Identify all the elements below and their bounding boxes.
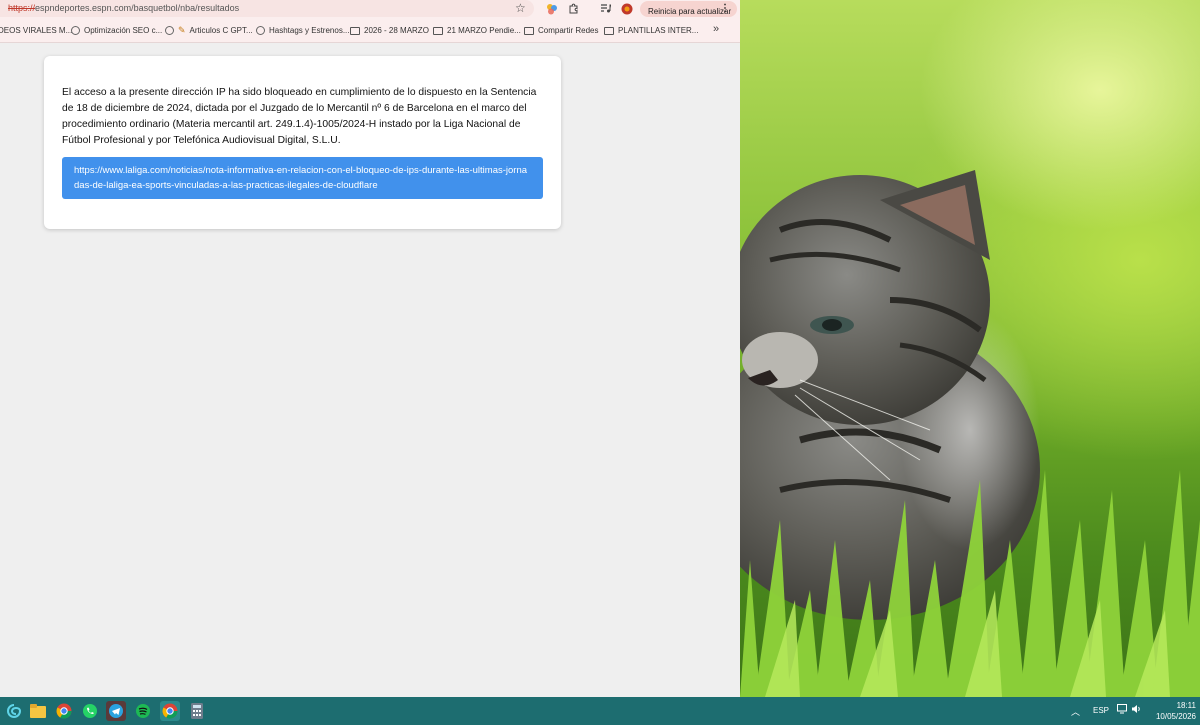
bookmark-label: Compartir Redes bbox=[538, 26, 599, 35]
media-queue-icon[interactable] bbox=[599, 2, 612, 15]
language-indicator[interactable]: ESP bbox=[1093, 706, 1109, 715]
bookmark-folder[interactable]: Compartir Redes bbox=[524, 24, 598, 37]
globe-icon bbox=[256, 26, 265, 35]
file-explorer-icon[interactable] bbox=[28, 701, 48, 721]
bookmark-label: 21 MARZO Pendie... bbox=[447, 26, 521, 35]
more-menu-icon[interactable]: ⋮ bbox=[720, 3, 730, 14]
calculator-icon[interactable] bbox=[187, 701, 207, 721]
system-clock[interactable]: 18:11 10/05/2026 bbox=[1148, 700, 1196, 722]
bookmark-label: Optimización SEO c... bbox=[84, 26, 163, 35]
bookmark-label: DEOS VIRALES M... bbox=[0, 26, 73, 35]
block-notice-text: El acceso a la presente dirección IP ha … bbox=[62, 87, 537, 146]
clock-date: 10/05/2026 bbox=[1155, 712, 1196, 721]
bookmark-item[interactable]: ✎ Articulos C GPT... bbox=[165, 24, 253, 37]
folder-icon bbox=[524, 26, 534, 35]
folder-icon bbox=[433, 26, 443, 35]
bookmark-label: Hashtags y Estrenos... bbox=[269, 26, 350, 35]
bookmark-folder[interactable]: 21 MARZO Pendie... bbox=[433, 24, 521, 37]
bookmark-item[interactable]: DEOS VIRALES M... bbox=[0, 24, 72, 37]
network-icon[interactable] bbox=[1117, 704, 1129, 716]
bookmark-item[interactable]: Optimización SEO c... bbox=[71, 24, 162, 37]
telegram-icon[interactable] bbox=[106, 701, 126, 721]
url-scheme: https:// bbox=[8, 3, 36, 13]
globe-icon bbox=[71, 26, 80, 35]
bookmark-label: 2026 - 28 MARZO bbox=[364, 26, 429, 35]
volume-icon[interactable] bbox=[1131, 704, 1141, 716]
bookmark-star-icon[interactable]: ☆ bbox=[515, 1, 526, 15]
browser-toolbar: https://espndeportes.espn.com/basquetbol… bbox=[0, 0, 740, 18]
globe-icon bbox=[165, 26, 174, 35]
chevron-up-icon[interactable]: ︿ bbox=[1071, 705, 1080, 718]
clock-time: 18:11 bbox=[1176, 701, 1196, 710]
folder-icon bbox=[350, 26, 360, 35]
laliga-link-box[interactable]: https://www.laliga.com/noticias/nota-inf… bbox=[62, 157, 543, 199]
whatsapp-icon[interactable] bbox=[80, 701, 100, 721]
block-notice-card: El acceso a la presente dirección IP ha … bbox=[44, 56, 561, 229]
chrome-profile-icon[interactable] bbox=[160, 701, 180, 721]
pencil-icon: ✎ bbox=[178, 25, 186, 35]
chrome-icon[interactable] bbox=[54, 701, 74, 721]
chevron-right-icon[interactable]: » bbox=[713, 23, 719, 35]
extensions-puzzle-icon[interactable] bbox=[567, 2, 580, 15]
bookmark-label: PLANTILLAS INTER... bbox=[618, 26, 699, 35]
browser-window: https://espndeportes.espn.com/basquetbol… bbox=[0, 0, 740, 697]
kitten-photo bbox=[740, 170, 1200, 697]
edge-icon[interactable] bbox=[4, 701, 24, 721]
desktop-wallpaper bbox=[740, 0, 1200, 697]
taskbar: ︿ ESP 18:11 10/05/2026 bbox=[0, 697, 1200, 725]
restart-to-update-button[interactable]: Reinicia para actualizar ⋮ bbox=[640, 1, 737, 17]
bookmark-label: Articulos C GPT... bbox=[189, 26, 253, 35]
url-text[interactable]: https://espndeportes.espn.com/basquetbol… bbox=[8, 3, 239, 13]
laliga-link[interactable]: https://www.laliga.com/noticias/nota-inf… bbox=[74, 163, 531, 193]
address-bar[interactable]: https://espndeportes.espn.com/basquetbol… bbox=[0, 0, 534, 17]
extension-color-icon[interactable] bbox=[545, 2, 558, 15]
folder-icon bbox=[604, 26, 614, 35]
spotify-icon[interactable] bbox=[133, 701, 153, 721]
profile-avatar-icon[interactable] bbox=[620, 2, 633, 15]
restart-button-label: Reinicia para actualizar bbox=[648, 6, 732, 16]
bookmark-folder[interactable]: 2026 - 28 MARZO bbox=[350, 24, 429, 37]
bookmark-folder[interactable]: PLANTILLAS INTER... bbox=[604, 24, 698, 37]
bookmark-item[interactable]: Hashtags y Estrenos... bbox=[256, 24, 349, 37]
url-path: espndeportes.espn.com/basquetbol/nba/res… bbox=[35, 3, 240, 13]
bookmarks-bar: DEOS VIRALES M... Optimización SEO c... … bbox=[0, 18, 740, 43]
